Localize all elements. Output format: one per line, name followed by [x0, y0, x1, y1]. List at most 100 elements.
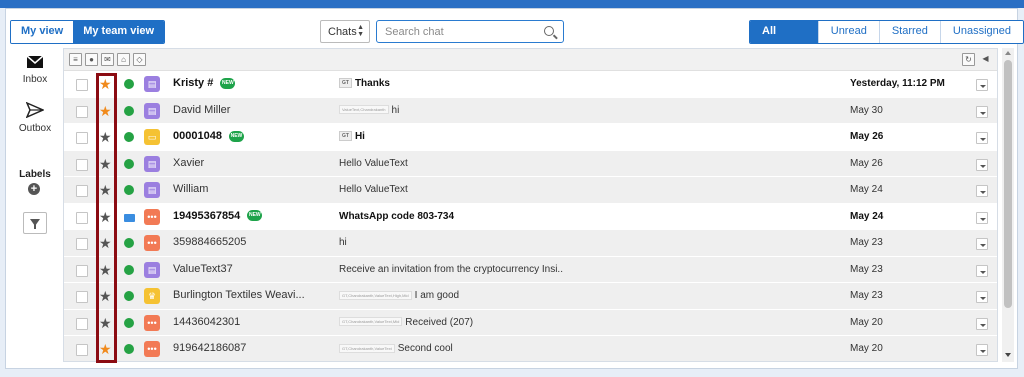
assign-icon[interactable]: ● — [85, 53, 98, 66]
my-view-tab[interactable]: My view — [11, 21, 74, 43]
row-dropdown-icon[interactable] — [976, 264, 988, 277]
nav-outbox[interactable]: Outbox — [10, 101, 60, 134]
row-checkbox[interactable] — [76, 211, 88, 224]
row-checkbox[interactable] — [76, 185, 88, 197]
table-row[interactable]: ★ ♛ Burlington Textiles Weavi... GT,Chandra… — [64, 283, 997, 310]
whatsapp-icon — [124, 158, 134, 169]
star-icon[interactable]: ★ — [99, 209, 112, 225]
row-dropdown-icon[interactable] — [976, 211, 988, 224]
row-dropdown-icon[interactable] — [976, 185, 988, 197]
archive-icon[interactable]: ⌂ — [117, 53, 130, 66]
whatsapp-icon — [124, 238, 134, 248]
contact-icon: ▤ — [144, 155, 160, 172]
message-date: May 23 — [850, 263, 883, 275]
label-tag: GT,Chandrakanth,ValueText,High,Mid — [339, 290, 412, 300]
contact-name-text: David Miller — [173, 103, 231, 116]
whatsapp-icon — [124, 105, 134, 116]
star-icon[interactable]: ★ — [99, 156, 112, 172]
filter-unread[interactable]: Unread — [817, 21, 879, 43]
table-row[interactable]: ★ ••• 919642186087 GT,Chandrakanth,ValueTex… — [64, 336, 997, 361]
message-date: May 20 — [850, 316, 883, 328]
message-icon — [124, 213, 135, 222]
scroll-up-icon[interactable] — [1005, 51, 1011, 55]
star-icon[interactable]: ★ — [99, 262, 112, 278]
scroll-thumb[interactable] — [1004, 60, 1012, 308]
star-icon[interactable]: ★ — [99, 341, 112, 357]
message-preview: Receive an invitation from the cryptocur… — [339, 264, 563, 275]
table-row[interactable]: ★ ▤ ValueText37 Receive an invitation from … — [64, 256, 997, 283]
scrollbar[interactable] — [1002, 48, 1014, 362]
star-icon[interactable]: ★ — [99, 103, 112, 119]
folder-icon: ▭ — [144, 129, 160, 145]
nav-outbox-label: Outbox — [18, 123, 52, 134]
table-row[interactable]: ★ ••• 359884665205 hi May 23 — [64, 230, 997, 257]
row-dropdown-icon[interactable] — [976, 291, 988, 303]
table-row[interactable]: ★ ▤ Kristy # NEW GT Thanks Yesterday, 11:12 PM — [64, 71, 997, 98]
row-dropdown-icon[interactable] — [976, 317, 988, 330]
table-row[interactable]: ★ ••• 14436042301 GT,Chandrakanth,ValueText… — [64, 309, 997, 336]
message-date: May 24 — [850, 184, 883, 195]
my-team-view-tab[interactable]: My team view — [73, 21, 165, 43]
chat-type-select[interactable]: Chats ▲ ▼ — [320, 20, 370, 43]
star-icon[interactable]: ★ — [99, 288, 112, 304]
star-icon[interactable]: ★ — [99, 182, 112, 198]
tag-icon[interactable]: ◇ — [133, 53, 146, 66]
row-checkbox[interactable] — [76, 132, 88, 144]
table-row[interactable]: ★ ▤ Xavier Hello ValueText May 26 — [64, 150, 997, 177]
contact-name-text: Kristy # — [173, 77, 214, 89]
row-checkbox[interactable] — [76, 344, 88, 356]
filter-unassigned[interactable]: Unassigned — [939, 21, 1023, 43]
nav-inbox[interactable]: Inbox — [10, 55, 60, 85]
row-checkbox[interactable] — [76, 264, 88, 277]
message-text: Hello ValueText — [339, 157, 408, 169]
row-dropdown-icon[interactable] — [976, 132, 988, 144]
star-icon[interactable]: ★ — [99, 315, 112, 331]
row-checkbox[interactable] — [76, 79, 88, 91]
sound-icon[interactable]: ◀ — [979, 53, 992, 66]
filter-all-chats[interactable]: All Chats — [750, 21, 818, 43]
table-row[interactable]: ★ ••• 19495367854 NEW WhatsApp code 803-734 M… — [64, 203, 997, 230]
row-checkbox[interactable] — [76, 158, 88, 171]
view-toggle: My view My team view — [10, 20, 166, 44]
row-dropdown-icon[interactable] — [976, 344, 988, 356]
message-date: May 26 — [850, 131, 884, 142]
contact-name: ValueText37 — [173, 263, 233, 275]
table-row[interactable]: ★ ▤ David Miller ValueText,Chandrakanth hi Ma… — [64, 97, 997, 124]
table-row[interactable]: ★ ▭ 00001048 NEW GT Hi May 26 — [64, 124, 997, 151]
filter-icon[interactable] — [23, 212, 47, 234]
search-icon[interactable] — [544, 26, 554, 36]
star-icon[interactable]: ★ — [99, 235, 112, 251]
new-badge: NEW — [220, 77, 236, 89]
contact-name: William — [173, 183, 208, 195]
add-label-icon[interactable]: + — [28, 183, 40, 195]
row-checkbox[interactable] — [76, 291, 88, 303]
scroll-down-icon[interactable] — [1005, 353, 1011, 357]
table-row[interactable]: ★ ▤ William Hello ValueText May 24 — [64, 177, 997, 204]
row-checkbox[interactable] — [76, 317, 88, 330]
row-dropdown-icon[interactable] — [976, 158, 988, 171]
star-icon[interactable]: ★ — [99, 129, 112, 145]
search-input[interactable] — [377, 21, 537, 42]
refresh-icon[interactable]: ↻ — [962, 53, 975, 66]
whatsapp-icon — [124, 317, 134, 328]
contact-name-text: 14436042301 — [173, 315, 241, 328]
message-preview: WhatsApp code 803-734 — [339, 211, 454, 222]
row-dropdown-icon[interactable] — [976, 105, 988, 118]
row-checkbox[interactable] — [76, 105, 88, 118]
send-icon — [25, 101, 45, 119]
contact-name: 00001048 NEW — [173, 130, 244, 142]
contact-name: 919642186087 — [173, 342, 246, 354]
label-tag: ValueText,Chandrakanth — [339, 105, 389, 115]
contact-icon: ▤ — [144, 182, 160, 198]
crown-icon: ♛ — [144, 288, 160, 304]
row-checkbox[interactable] — [76, 238, 88, 250]
star-icon[interactable]: ★ — [99, 76, 112, 92]
row-dropdown-icon[interactable] — [976, 238, 988, 250]
message-preview: GT,Chandrakanth,ValueText Second cool — [339, 343, 453, 354]
mail-icon[interactable]: ✉ — [101, 53, 114, 66]
labels-title: Labels — [19, 169, 51, 180]
filter-starred[interactable]: Starred — [878, 21, 940, 43]
row-dropdown-icon[interactable] — [976, 79, 988, 91]
contact-name: 359884665205 — [173, 236, 246, 248]
sort-icon[interactable]: ≡ — [69, 53, 82, 66]
